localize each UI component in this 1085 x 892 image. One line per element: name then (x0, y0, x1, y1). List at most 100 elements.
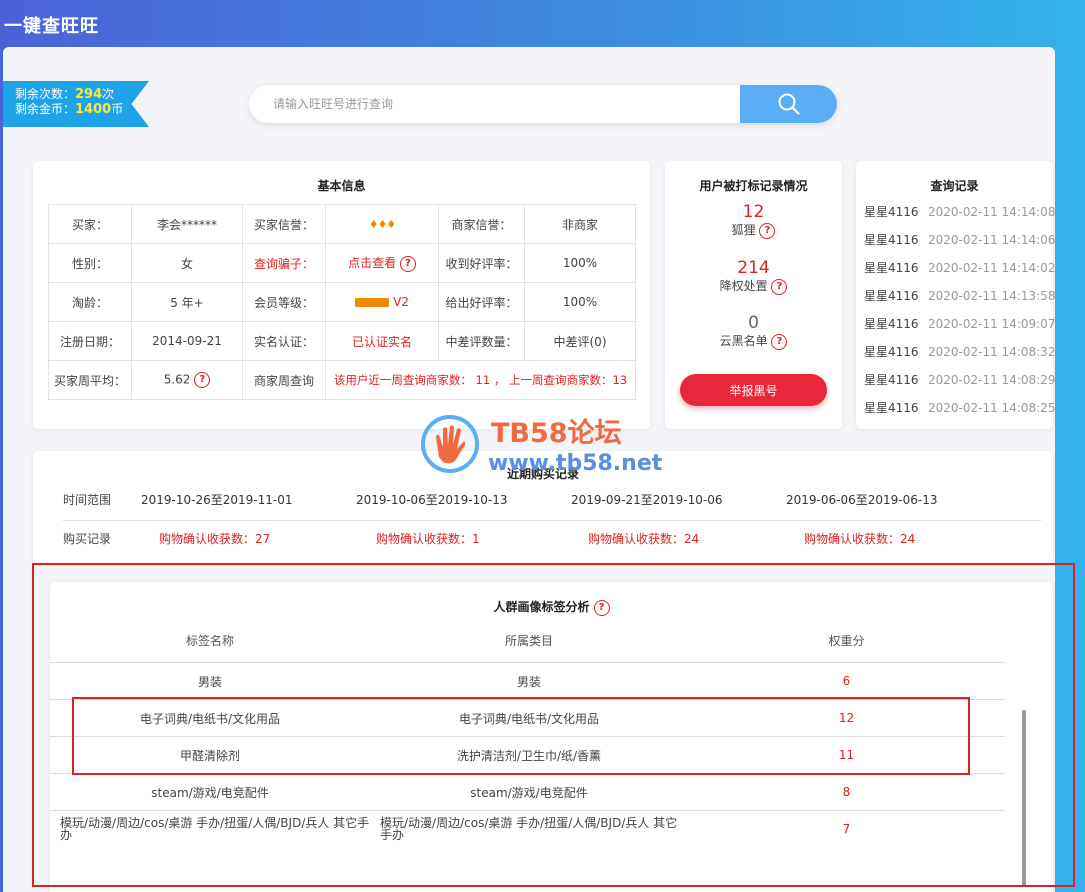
purchase-record-value: 购物确认收获数：24 (804, 532, 916, 546)
history-time: 2020-02-11 14:14:02 (928, 261, 1056, 275)
flag-stats-title: 用户被打标记录情况 (699, 179, 808, 193)
column-header: 标签名称 (185, 634, 234, 648)
buyer-weekly-avg-label: 买家周平均： (48, 360, 132, 400)
balance-ribbon: 剩余次数：294次 剩余金币：1400币 (3, 81, 149, 127)
member-level-value: V2 (393, 295, 409, 309)
history-time: 2020-02-11 14:08:32 (928, 345, 1056, 359)
app-title: 一键查旺旺 (4, 16, 99, 37)
table-row: steam/游戏/电竞配件 steam/游戏/电竞配件 8 (50, 773, 1005, 810)
list-item[interactable]: 星星4116 2020-02-11 14:08:25 (864, 399, 1055, 427)
flag-stats-card: 用户被打标记录情况 12 狐狸 ? 214 降权处置 ? 0 云黑名单 ? 举报… (665, 161, 842, 429)
list-item[interactable]: 星星4116 2020-02-11 14:09:07 (864, 315, 1055, 343)
query-history-title: 查询记录 (930, 179, 979, 193)
tag-name: 电子词典/电纸书/文化用品 (139, 711, 281, 726)
gender-value: 女 (131, 243, 243, 283)
table-row: 买家： 李会****** 买家信誉： ♦♦♦ 商家信誉： 非商家 (48, 204, 636, 244)
basic-info-card: 基本信息 买家： 李会****** 买家信誉： ♦♦♦ 商家信誉： 非商家 性别… (33, 161, 650, 429)
real-name-value: 已认证实名 (325, 321, 439, 361)
crowd-table-header: 标签名称 所属类目 权重分 (50, 632, 1005, 649)
negative-count-value: 中差评(0) (524, 321, 636, 361)
column-header: 所属类目 (504, 634, 553, 648)
tag-category: 洗护清洁剂/卫生巾/纸/香薰 (456, 748, 602, 763)
table-row: 注册日期： 2014-09-21 实名认证： 已认证实名 中差评数量： 中差评(… (48, 321, 636, 361)
watermark-text: TB58论坛 (491, 418, 622, 449)
purchase-record-value: 购物确认收获数：1 (376, 532, 480, 546)
member-level-cell: V2 (325, 282, 439, 322)
help-icon[interactable]: ? (771, 333, 788, 350)
table-row: 模玩/动漫/周边/cos/桌游 手办/扭蛋/人偶/BJD/兵人 其它手办 模玩/… (50, 810, 1005, 847)
search-bar (249, 85, 837, 123)
table-row: 甲醛清除剂 洗护清洁剂/卫生巾/纸/香薰 11 (50, 736, 1005, 773)
tag-weight: 7 (842, 822, 851, 836)
search-icon (778, 93, 800, 115)
positive-given-label: 给出好评率： (438, 282, 525, 322)
cloud-blacklist-stat: 0 云黑名单 ? (665, 314, 842, 350)
buyer-weekly-avg-cell: 5.62 ? (131, 360, 243, 400)
help-icon[interactable]: ? (759, 222, 776, 239)
fox-stat: 12 狐狸 ? (665, 203, 842, 239)
query-history-card: 查询记录 星星4116 2020-02-11 14:14:08 星星4116 202… (856, 161, 1055, 429)
query-history-list: 星星4116 2020-02-11 14:14:08 星星4116 2020-02-… (864, 203, 1055, 427)
list-item[interactable]: 星星4116 2020-02-11 14:14:08 (864, 203, 1055, 231)
table-row: 性别： 女 查询骗子： 点击查看 ? 收到好评率： 100% (48, 243, 636, 283)
time-range-value: 2019-06-06至2019-06-13 (786, 493, 938, 507)
check-scammer-link[interactable]: 点击查看 (348, 256, 396, 270)
seller-weekly-query-value: 该用户近一周查询商家数： 11 ， 上一周查询商家数：13 (325, 360, 636, 400)
negative-count-label: 中差评数量： (438, 321, 525, 361)
vip-badge-icon (355, 298, 390, 307)
tag-category: 电子词典/电纸书/文化用品 (458, 711, 600, 726)
scrollbar[interactable] (1022, 710, 1026, 886)
tag-name: steam/游戏/电竞配件 (151, 785, 269, 800)
basic-info-title: 基本信息 (317, 179, 366, 193)
help-icon[interactable]: ? (194, 372, 211, 388)
history-name: 星星4116 (864, 233, 919, 247)
account-age-value: 5 年+ (131, 282, 243, 322)
history-name: 星星4116 (864, 345, 919, 359)
buyer-credit-label: 买家信誉： (242, 204, 326, 244)
buyer-label: 买家： (48, 204, 132, 244)
register-date-label: 注册日期： (48, 321, 132, 361)
main-content: 剩余次数：294次 剩余金币：1400币 基本信息 买家： 李会****** 买… (3, 47, 1055, 892)
column-header: 权重分 (828, 634, 865, 648)
downgrade-stat: 214 降权处置 ? (665, 259, 842, 295)
history-time: 2020-02-11 14:08:29 (928, 373, 1056, 387)
register-date-value: 2014-09-21 (131, 321, 243, 361)
fox-label: 狐狸 (731, 223, 756, 237)
table-row: 男装 男装 6 (50, 662, 1005, 699)
tag-weight: 6 (842, 674, 851, 688)
tag-name: 男装 (197, 674, 222, 689)
help-icon[interactable]: ? (771, 278, 788, 295)
tag-weight: 11 (838, 748, 855, 762)
positive-given-value: 100% (524, 282, 636, 322)
report-button[interactable]: 举报黑号 (680, 374, 827, 406)
cloud-blacklist-label: 云黑名单 (719, 334, 768, 348)
list-item[interactable]: 星星4116 2020-02-11 14:13:58 (864, 287, 1055, 315)
gender-label: 性别： (48, 243, 132, 283)
time-range-value: 2019-10-26至2019-11-01 (141, 493, 293, 507)
time-range-label: 时间范围 (63, 493, 112, 507)
list-item[interactable]: 星星4116 2020-02-11 14:14:02 (864, 259, 1055, 287)
list-item[interactable]: 星星4116 2020-02-11 14:14:06 (864, 231, 1055, 259)
hand-logo-icon (421, 415, 479, 473)
help-icon[interactable]: ? (593, 599, 610, 616)
watermark-url: www.tb58.net (488, 451, 663, 476)
member-level-label: 会员等级： (242, 282, 326, 322)
check-scammer-cell: 点击查看 ? (325, 243, 439, 283)
search-input[interactable] (249, 85, 739, 123)
help-icon[interactable]: ? (399, 255, 416, 272)
fox-value: 12 (742, 202, 765, 222)
crowd-tag-title-row: 人群画像标签分析? (50, 598, 1053, 616)
list-item[interactable]: 星星4116 2020-02-11 14:08:29 (864, 371, 1055, 399)
crowd-tag-card: 人群画像标签分析? 标签名称 所属类目 权重分 男装 男装 6 电子词典/电纸书… (50, 582, 1053, 892)
search-button[interactable] (740, 85, 837, 123)
watermark-logo: TB58论坛 www.tb58.net (419, 411, 689, 481)
positive-received-label: 收到好评率： (438, 243, 525, 283)
purchase-record-value: 购物确认收获数：24 (588, 532, 700, 546)
check-scammer-label: 查询骗子： (242, 243, 326, 283)
purchase-record-label: 购买记录 (63, 532, 112, 546)
purchase-record-row: 购买记录 购物确认收获数：27 购物确认收获数：1 购物确认收获数：24 购物确… (63, 530, 1043, 547)
time-range-value: 2019-10-06至2019-10-13 (356, 493, 508, 507)
list-item[interactable]: 星星4116 2020-02-11 14:08:32 (864, 343, 1055, 371)
tag-name: 甲醛清除剂 (179, 748, 240, 763)
buyer-value: 李会****** (131, 204, 243, 244)
